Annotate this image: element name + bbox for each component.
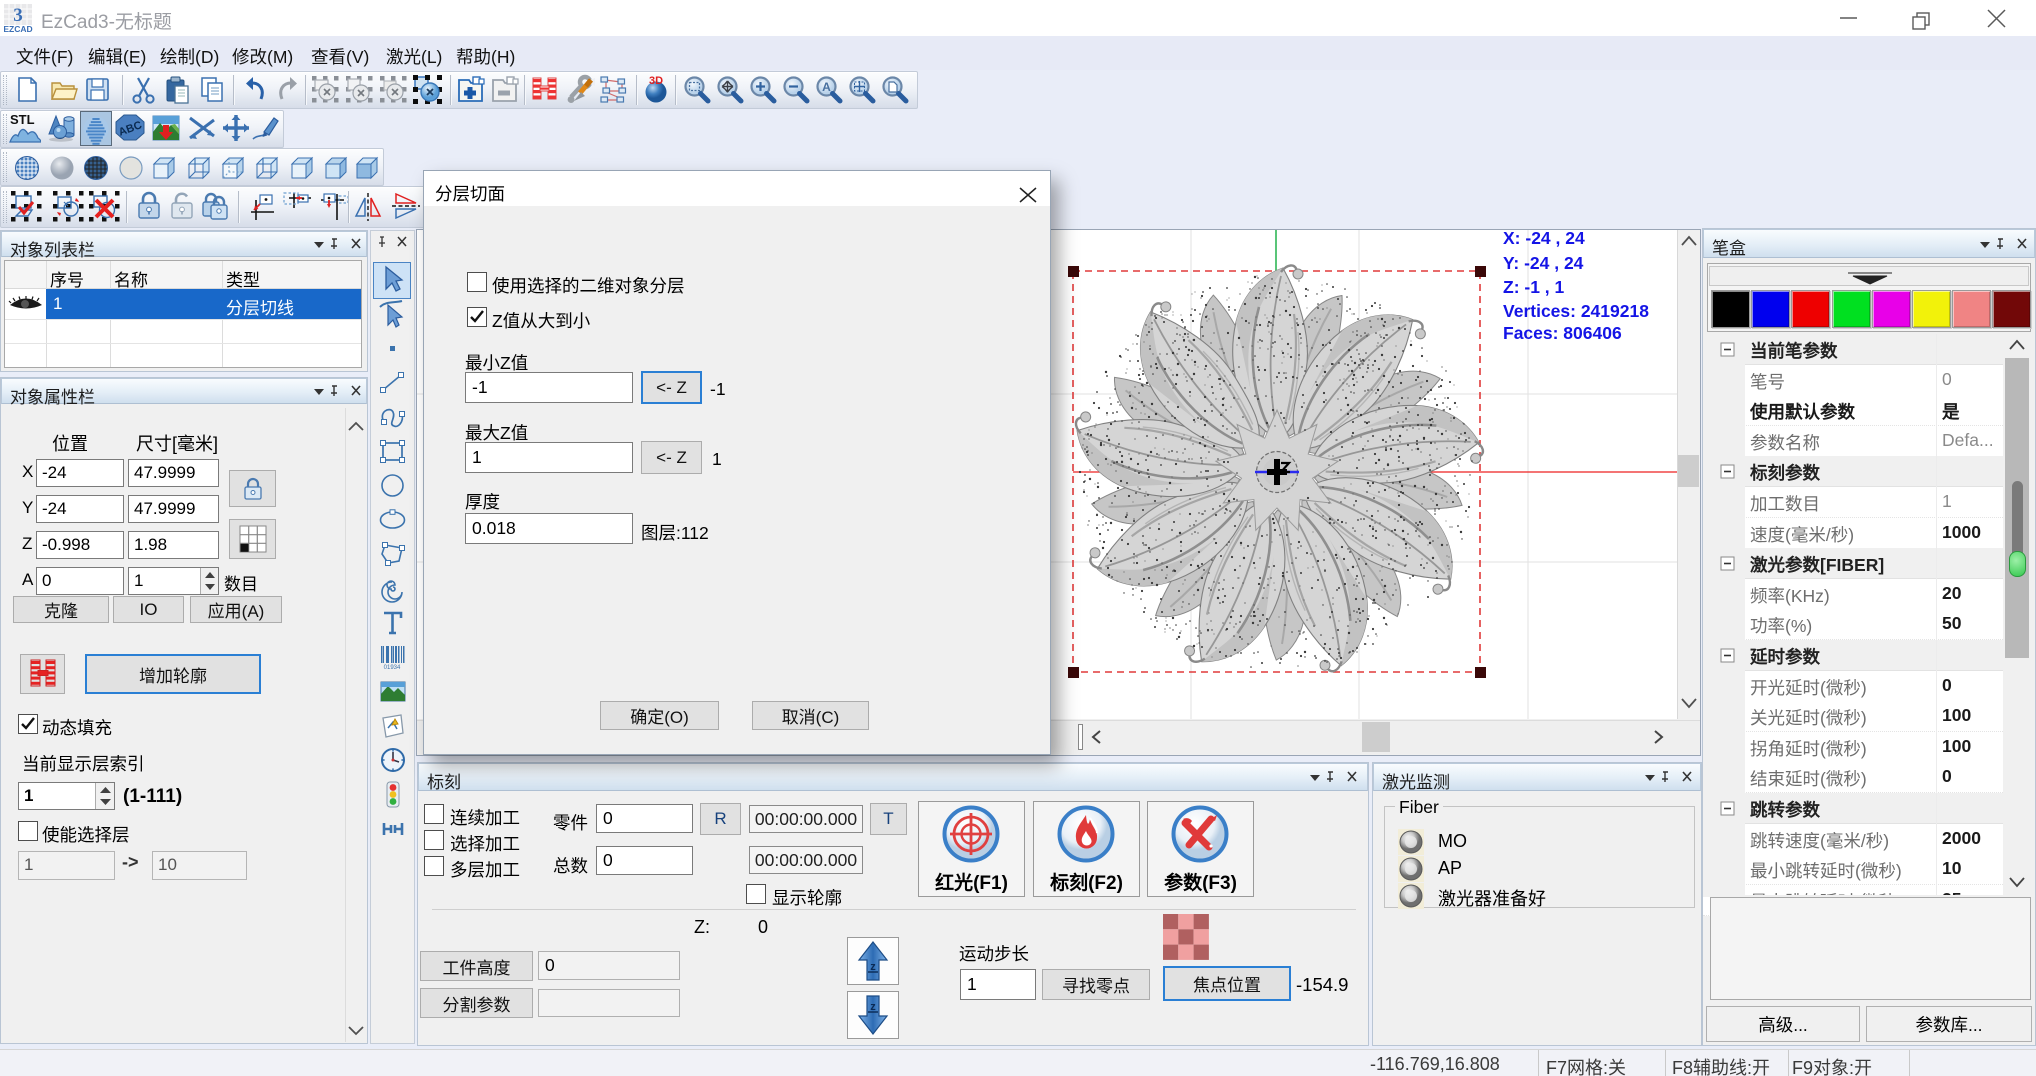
svg-text:STL: STL (10, 112, 35, 127)
svg-text:A: A (822, 80, 831, 94)
svg-text:z: z (870, 961, 876, 973)
svg-text:01934: 01934 (384, 665, 401, 671)
svg-text:z: z (870, 1001, 876, 1013)
svg-text:Z: -1 , 1: Z: -1 , 1 (1503, 277, 1565, 297)
svg-text:X: -24 , 24: X: -24 , 24 (1503, 230, 1585, 248)
svg-text:Faces: 806406: Faces: 806406 (1503, 323, 1622, 343)
svg-text:3: 3 (13, 5, 23, 26)
svg-text:Y: -24 , 24: Y: -24 , 24 (1503, 253, 1584, 273)
svg-text:3D: 3D (649, 75, 663, 87)
svg-text:EZCAD: EZCAD (4, 24, 33, 33)
svg-text:Vertices: 2419218: Vertices: 2419218 (1503, 301, 1649, 321)
